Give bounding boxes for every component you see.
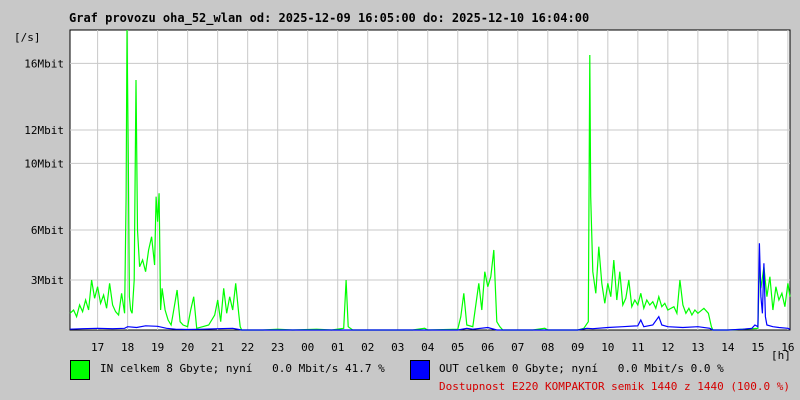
x-tick-label: 21 bbox=[211, 341, 224, 354]
x-tick-label: 22 bbox=[241, 341, 254, 354]
x-tick-label: 20 bbox=[181, 341, 194, 354]
y-tick-label: 6Mbit bbox=[31, 224, 64, 237]
x-tick-label: 13 bbox=[691, 341, 704, 354]
x-tick-label: 03 bbox=[391, 341, 404, 354]
x-tick-label: 07 bbox=[511, 341, 524, 354]
y-tick-label: 12Mbit bbox=[24, 124, 64, 137]
x-tick-label: 06 bbox=[481, 341, 494, 354]
x-tick-label: 18 bbox=[121, 341, 134, 354]
x-tick-label: 02 bbox=[361, 341, 374, 354]
x-tick-label: 17 bbox=[91, 341, 104, 354]
plot-area bbox=[69, 29, 791, 331]
x-tick-label: 00 bbox=[301, 341, 314, 354]
x-tick-label: 14 bbox=[721, 341, 735, 354]
y-tick-label: 16Mbit bbox=[24, 57, 64, 70]
x-tick-label: 12 bbox=[661, 341, 674, 354]
x-tick-label: 19 bbox=[151, 341, 164, 354]
x-tick-label: 10 bbox=[601, 341, 614, 354]
x-tick-label: 23 bbox=[271, 341, 284, 354]
y-tick-label: 3Mbit bbox=[31, 274, 64, 287]
legend-out-text: OUT celkem 0 Gbyte; nyní 0.0 Mbit/s 0.0 … bbox=[439, 362, 724, 375]
availability-text: Dostupnost E220 KOMPAKTOR semik 1440 z 1… bbox=[439, 380, 790, 393]
legend-in-swatch bbox=[70, 360, 90, 380]
x-ticks: 17 18 19 20 21 22 23 00 01 02 03 04 05 06 07 08 09 10 11 12… bbox=[91, 341, 795, 354]
x-tick-label: 11 bbox=[631, 341, 644, 354]
y-ticks: 3Mbit 6Mbit 10Mbit 12Mbit 16Mbit bbox=[24, 57, 64, 287]
legend-out-swatch bbox=[410, 360, 430, 380]
x-tick-label: 15 bbox=[751, 341, 764, 354]
legend-in-text: IN celkem 8 Gbyte; nyní 0.0 Mbit/s 41.7 … bbox=[100, 362, 385, 375]
x-tick-label: 01 bbox=[331, 341, 344, 354]
traffic-chart: 3Mbit 6Mbit 10Mbit 12Mbit 16Mbit 17 18 19 20 21 2… bbox=[24, 29, 795, 362]
x-tick-label: 04 bbox=[421, 341, 435, 354]
x-tick-label: 08 bbox=[541, 341, 554, 354]
y-tick-label: 10Mbit bbox=[24, 157, 64, 170]
x-axis-unit: [h] bbox=[771, 349, 791, 362]
x-tick-label: 09 bbox=[571, 341, 584, 354]
x-tick-label: 05 bbox=[451, 341, 464, 354]
